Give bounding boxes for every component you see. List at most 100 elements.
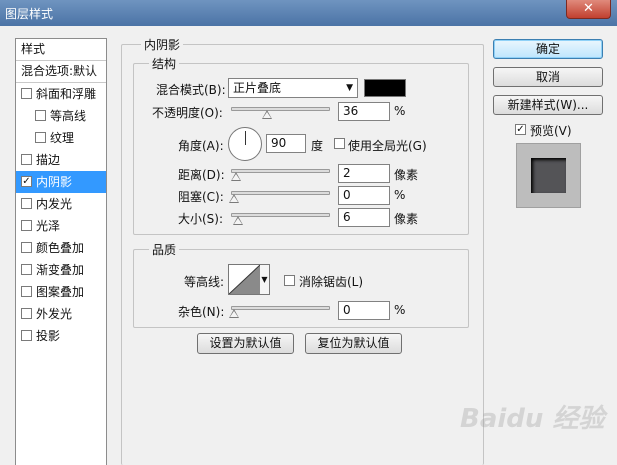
style-item-checkbox[interactable] xyxy=(21,286,32,297)
title-bar: 图层样式 ✕ xyxy=(0,0,617,26)
inner-shadow-title: 内阴影 xyxy=(141,36,184,53)
chevron-down-icon: ▼ xyxy=(261,275,268,284)
style-item-label: 描边 xyxy=(36,153,61,167)
noise-slider-thumb[interactable] xyxy=(229,309,239,318)
style-item-label: 纹理 xyxy=(50,131,75,145)
noise-unit: % xyxy=(394,303,406,317)
style-item-checkbox[interactable] xyxy=(21,264,32,275)
style-item[interactable]: 颜色叠加 xyxy=(16,237,106,259)
opacity-label: 不透明度(O): xyxy=(152,106,223,120)
close-icon: ✕ xyxy=(583,1,594,16)
style-item-label: 渐变叠加 xyxy=(36,263,85,277)
style-item-label: 等高线 xyxy=(50,109,87,123)
ok-button[interactable]: 确定 xyxy=(493,39,603,59)
opacity-slider-thumb[interactable] xyxy=(262,110,272,119)
global-light-label: 使用全局光(G) xyxy=(348,139,427,153)
style-item-label: 斜面和浮雕 xyxy=(36,87,97,101)
contour-label: 等高线: xyxy=(184,275,225,289)
distance-slider-thumb[interactable] xyxy=(231,172,241,181)
choke-unit: % xyxy=(394,188,406,202)
distance-label: 距离(D): xyxy=(178,168,225,182)
size-input[interactable]: 6 xyxy=(338,208,390,227)
blend-mode-value: 正片叠底 xyxy=(233,81,282,95)
new-style-button[interactable]: 新建样式(W)... xyxy=(493,95,603,115)
style-item[interactable]: 内发光 xyxy=(16,193,106,215)
angle-label: 角度(A): xyxy=(178,139,224,153)
style-item-checkbox[interactable] xyxy=(21,242,32,253)
opacity-input[interactable]: 36 xyxy=(338,102,390,121)
style-item[interactable]: 等高线 xyxy=(16,105,106,127)
style-item[interactable]: 光泽 xyxy=(16,215,106,237)
contour-curve-icon xyxy=(229,265,260,294)
preview-swatch xyxy=(531,158,566,193)
opacity-slider[interactable] xyxy=(231,107,330,111)
noise-label: 杂色(N): xyxy=(178,305,225,319)
style-item[interactable]: 描边 xyxy=(16,149,106,171)
quality-title: 品质 xyxy=(149,241,180,258)
style-item-checkbox[interactable] xyxy=(21,154,32,165)
close-button[interactable]: ✕ xyxy=(566,0,611,19)
style-item-checkbox[interactable] xyxy=(21,198,32,209)
style-item[interactable]: 渐变叠加 xyxy=(16,259,106,281)
chevron-down-icon: ▼ xyxy=(346,83,353,93)
size-slider-thumb[interactable] xyxy=(233,216,243,225)
style-item[interactable]: 斜面和浮雕 xyxy=(16,83,106,105)
blend-mode-select[interactable]: 正片叠底 ▼ xyxy=(228,78,358,98)
antialias-checkbox[interactable] xyxy=(284,275,295,286)
choke-input[interactable]: 0 xyxy=(338,186,390,205)
style-item[interactable]: 外发光 xyxy=(16,303,106,325)
style-item-checkbox[interactable] xyxy=(21,330,32,341)
preview-label: 预览(V) xyxy=(530,124,572,138)
window-title: 图层样式 xyxy=(5,7,54,21)
shadow-color-swatch[interactable] xyxy=(364,79,406,97)
choke-slider-thumb[interactable] xyxy=(229,194,239,203)
contour-dropdown[interactable]: ▼ xyxy=(260,264,270,295)
style-item[interactable]: 纹理 xyxy=(16,127,106,149)
cancel-button[interactable]: 取消 xyxy=(493,67,603,87)
style-item-checkbox[interactable] xyxy=(21,220,32,231)
style-item-label: 图案叠加 xyxy=(36,285,85,299)
style-item-label: 外发光 xyxy=(36,307,73,321)
style-item-checkbox[interactable] xyxy=(35,132,46,143)
style-item-label: 光泽 xyxy=(36,219,61,233)
distance-unit: 像素 xyxy=(394,168,419,182)
style-item-label: 内发光 xyxy=(36,197,73,211)
style-item[interactable]: 图案叠加 xyxy=(16,281,106,303)
style-item[interactable]: 投影 xyxy=(16,325,106,347)
preview-checkbox[interactable]: ✓ xyxy=(515,124,526,135)
baidu-watermark: Baidu 经验 xyxy=(460,404,605,434)
make-default-button[interactable]: 设置为默认值 xyxy=(197,333,294,354)
size-label: 大小(S): xyxy=(178,212,224,226)
style-item-checkbox[interactable] xyxy=(21,308,32,319)
style-item-label: 内阴影 xyxy=(36,175,73,189)
choke-label: 阻塞(C): xyxy=(178,190,224,204)
style-preview xyxy=(516,143,581,208)
opacity-unit: % xyxy=(394,104,406,118)
global-light-checkbox[interactable] xyxy=(334,138,345,149)
angle-needle xyxy=(245,131,246,145)
structure-title: 结构 xyxy=(149,55,180,72)
style-item-label: 颜色叠加 xyxy=(36,241,85,255)
blend-mode-label: 混合模式(B): xyxy=(156,83,226,97)
choke-slider[interactable] xyxy=(231,191,330,195)
antialias-label: 消除锯齿(L) xyxy=(299,275,364,289)
distance-slider[interactable] xyxy=(231,169,330,173)
reset-default-button[interactable]: 复位为默认值 xyxy=(305,333,402,354)
style-item-label: 投影 xyxy=(36,329,61,343)
styles-list: 样式 混合选项:默认 斜面和浮雕等高线纹理描边 ✓ 内阴影内发光光泽颜色叠加渐变叠加… xyxy=(15,38,107,465)
style-item[interactable]: ✓ 内阴影 xyxy=(16,171,106,193)
distance-input[interactable]: 2 xyxy=(338,164,390,183)
contour-picker[interactable] xyxy=(228,264,261,295)
size-slider[interactable] xyxy=(231,213,330,217)
angle-input[interactable]: 90 xyxy=(266,134,306,153)
noise-input[interactable]: 0 xyxy=(338,301,390,320)
noise-slider[interactable] xyxy=(231,306,330,310)
style-item-checkbox[interactable]: ✓ xyxy=(21,176,32,187)
style-item-checkbox[interactable] xyxy=(35,110,46,121)
angle-unit: 度 xyxy=(311,139,324,153)
styles-header[interactable]: 样式 xyxy=(16,39,106,61)
blend-options-item[interactable]: 混合选项:默认 xyxy=(16,61,106,83)
angle-dial[interactable] xyxy=(228,127,262,161)
size-unit: 像素 xyxy=(394,212,419,226)
style-item-checkbox[interactable] xyxy=(21,88,32,99)
